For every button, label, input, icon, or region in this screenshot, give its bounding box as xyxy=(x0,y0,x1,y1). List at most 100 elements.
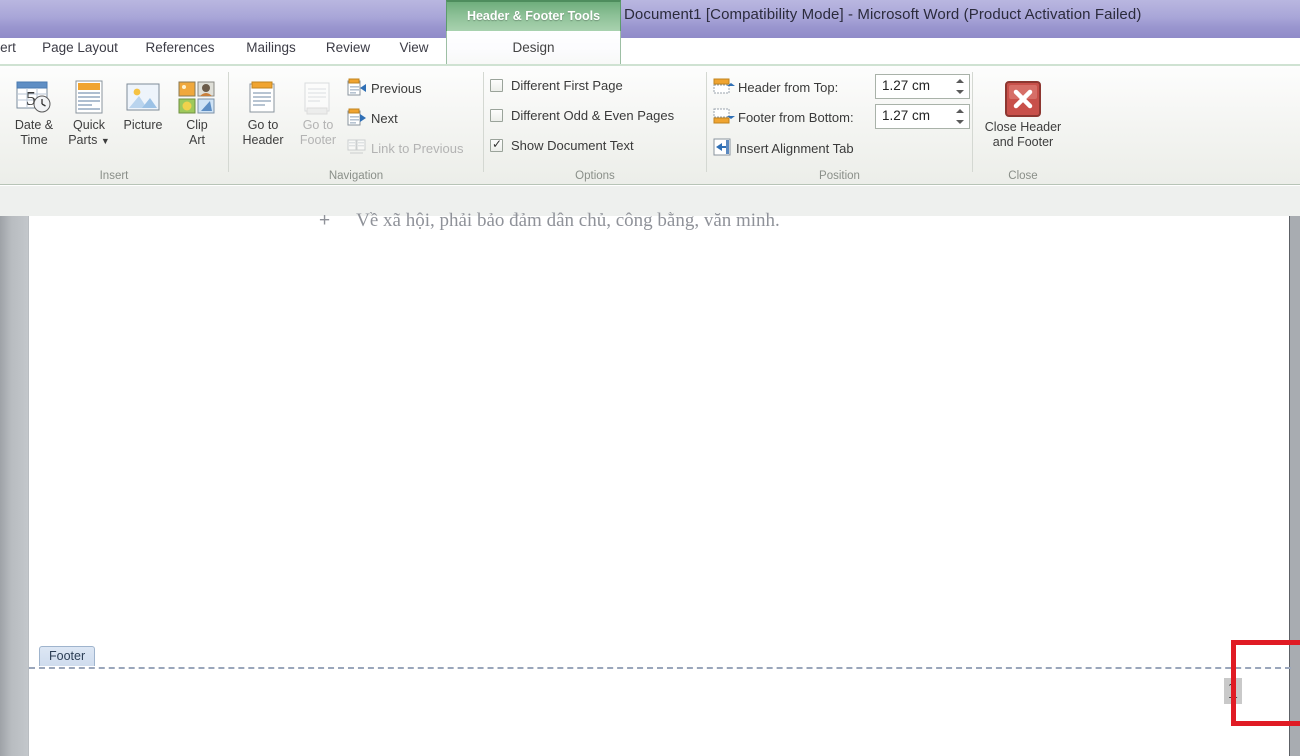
tab-review[interactable]: Review xyxy=(314,31,382,66)
footer-separator-line xyxy=(29,667,1291,669)
footer-area-tab[interactable]: Footer xyxy=(39,646,96,666)
window-title: Document1 [Compatibility Mode] - Microso… xyxy=(624,6,1142,23)
footer-from-bottom-row: Footer from Bottom: xyxy=(713,108,854,127)
document-page[interactable]: + Về xã hội, phải bảo đảm dân chủ, công b… xyxy=(28,210,1300,756)
ribbon-group-close: Close Header and Footer Close xyxy=(973,66,1073,185)
next-button[interactable]: Next xyxy=(347,108,398,129)
go-to-header-button[interactable]: Go to Header xyxy=(234,76,292,148)
go-to-footer-label-line1: Go to xyxy=(302,118,334,132)
go-to-footer-icon xyxy=(290,76,346,118)
go-to-header-icon xyxy=(234,76,292,118)
date-and-time-button[interactable]: 5 Date & Time xyxy=(6,76,62,148)
previous-label: Previous xyxy=(371,81,422,96)
quick-parts-button[interactable]: Quick Parts ▼ xyxy=(62,76,116,149)
header-from-top-label: Header from Top: xyxy=(738,80,839,95)
quick-parts-label-text: Parts xyxy=(68,133,98,147)
different-first-page-checkbox[interactable]: Different First Page xyxy=(490,78,623,93)
clip-art-label-line1: Clip xyxy=(186,118,208,132)
insert-alignment-tab-button[interactable]: Insert Alignment Tab xyxy=(713,138,854,159)
show-document-text-label: Show Document Text xyxy=(511,138,634,153)
previous-button[interactable]: Previous xyxy=(347,78,422,99)
word-window: Document1 [Compatibility Mode] - Microso… xyxy=(0,0,1300,756)
footer-from-bottom-value[interactable]: 1.27 cm xyxy=(882,108,930,123)
group-label-options: Options xyxy=(575,170,615,182)
header-from-top-spinner-arrows[interactable] xyxy=(953,76,966,97)
tab-design[interactable]: Design xyxy=(446,31,621,66)
header-from-top-stepper[interactable]: 1.27 cm xyxy=(875,74,970,99)
tab-view-label: View xyxy=(399,40,429,55)
tab-insert[interactable]: ert xyxy=(0,31,28,66)
insert-alignment-tab-label: Insert Alignment Tab xyxy=(736,141,854,156)
checkbox-icon-different-first-page[interactable] xyxy=(490,79,503,92)
go-to-header-label-line1: Go to xyxy=(247,118,279,132)
quick-parts-label-line1: Quick xyxy=(73,118,105,132)
ribbon: 5 Date & Time Quick Parts ▼ Picture Clip… xyxy=(0,66,1300,185)
close-header-and-footer-label-line2: and Footer xyxy=(992,135,1054,149)
previous-icon xyxy=(347,78,367,99)
insert-alignment-tab-icon xyxy=(713,138,731,159)
footer-from-bottom-label: Footer from Bottom: xyxy=(738,110,854,125)
left-gutter xyxy=(0,216,28,756)
close-header-and-footer-button[interactable]: Close Header and Footer xyxy=(973,76,1073,150)
ribbon-group-navigation: Go to Header Go to Footer Previous Next … xyxy=(229,66,483,185)
go-to-header-label-line2: Header xyxy=(242,133,284,147)
document-body-text: + Về xã hội, phải bảo đảm dân chủ, công b… xyxy=(319,210,780,232)
tab-page-layout[interactable]: Page Layout xyxy=(33,31,127,66)
document-area: + Về xã hội, phải bảo đảm dân chủ, công b… xyxy=(0,210,1300,756)
header-from-top-icon xyxy=(713,78,735,97)
show-document-text-checkbox[interactable]: Show Document Text xyxy=(490,137,634,153)
go-to-footer-label-line2: Footer xyxy=(299,133,337,147)
ribbon-group-position: Header from Top: 1.27 cm Footer from Bot… xyxy=(707,66,972,185)
quick-parts-icon xyxy=(62,76,116,118)
tab-insert-label: ert xyxy=(0,40,16,55)
tab-references[interactable]: References xyxy=(135,31,225,66)
tab-page-layout-label: Page Layout xyxy=(42,40,118,55)
link-to-previous-icon xyxy=(347,138,367,159)
tab-design-label: Design xyxy=(512,40,555,55)
tab-mailings[interactable]: Mailings xyxy=(231,31,311,66)
group-label-position: Position xyxy=(819,170,860,182)
footer-from-bottom-stepper[interactable]: 1.27 cm xyxy=(875,104,970,129)
checkbox-icon-different-odd-even[interactable] xyxy=(490,109,503,122)
different-odd-even-label: Different Odd & Even Pages xyxy=(511,108,675,123)
ribbon-group-insert: 5 Date & Time Quick Parts ▼ Picture Clip… xyxy=(0,66,228,185)
link-to-previous-button[interactable]: Link to Previous xyxy=(347,138,464,159)
date-and-time-label-line2: Time xyxy=(20,133,48,147)
ribbon-tab-strip: ert Page Layout References Mailings Revi… xyxy=(0,31,1300,66)
annotation-highlight-box xyxy=(1231,640,1300,726)
different-odd-even-checkbox[interactable]: Different Odd & Even Pages xyxy=(490,108,674,123)
group-label-close: Close xyxy=(1008,170,1038,182)
picture-label: Picture xyxy=(123,118,163,132)
tab-references-label: References xyxy=(145,40,215,55)
header-from-top-value[interactable]: 1.27 cm xyxy=(882,78,930,93)
quick-parts-label-line2: Parts ▼ xyxy=(62,133,116,149)
link-to-previous-label: Link to Previous xyxy=(371,141,464,156)
tab-review-label: Review xyxy=(325,40,371,55)
tab-view[interactable]: View xyxy=(387,31,441,66)
close-icon xyxy=(973,76,1073,120)
picture-button[interactable]: Picture xyxy=(116,76,170,133)
date-and-time-label-line1: Date & xyxy=(14,118,54,132)
paragraph-mark-icon: + xyxy=(319,210,331,231)
ribbon-group-options: Different First Page Different Odd & Eve… xyxy=(484,66,706,185)
go-to-footer-button[interactable]: Go to Footer xyxy=(290,76,346,148)
different-first-page-label: Different First Page xyxy=(511,78,623,93)
picture-icon xyxy=(116,76,170,118)
group-label-insert: Insert xyxy=(99,170,129,182)
checkbox-icon-show-document-text[interactable] xyxy=(490,137,503,152)
header-from-top-row: Header from Top: xyxy=(713,78,838,97)
contextual-tab-header-label: Header & Footer Tools xyxy=(466,9,601,23)
clip-art-label-line2: Art xyxy=(189,133,205,147)
group-label-navigation: Navigation xyxy=(328,170,384,182)
tab-mailings-label: Mailings xyxy=(246,40,296,55)
close-header-and-footer-label-line1: Close Header xyxy=(984,120,1062,134)
chevron-down-icon[interactable]: ▼ xyxy=(101,136,110,146)
next-label: Next xyxy=(371,111,398,126)
clip-art-button[interactable]: Clip Art xyxy=(172,76,222,148)
footer-from-bottom-spinner-arrows[interactable] xyxy=(953,106,966,127)
footer-from-bottom-icon xyxy=(713,108,735,127)
clip-art-icon xyxy=(172,76,222,118)
document-body-text-content: Về xã hội, phải bảo đảm dân chủ, công bằ… xyxy=(356,210,780,231)
next-icon xyxy=(347,108,367,129)
date-and-time-icon: 5 xyxy=(6,76,62,118)
